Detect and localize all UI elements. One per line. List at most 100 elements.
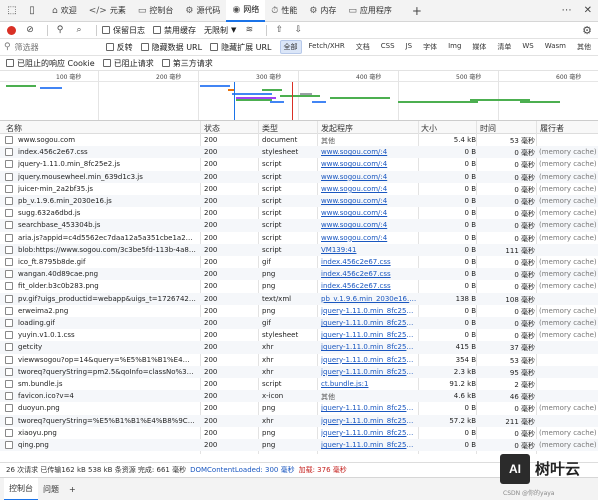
table-row[interactable]: qing.png 200 png jquery-1.11.0.min_8fc25e2.…	[0, 439, 598, 452]
cell-initiator[interactable]: jquery-1.11.0.min_8fc25e2.js:4	[321, 417, 417, 425]
filter-chip[interactable]: Fetch/XHR	[305, 40, 349, 54]
drawer-tab-console[interactable]: 控制台	[4, 477, 38, 500]
filter-chip[interactable]: 全部	[279, 40, 302, 54]
cell-initiator[interactable]: www.sogou.com/:4	[321, 209, 417, 217]
table-row[interactable]: aria.js?appid=c4d5562ec7daa12a5a351cbe1a…	[0, 232, 598, 244]
cell-initiator[interactable]: www.sogou.com/:4	[321, 148, 417, 156]
cell-initiator[interactable]: jquery-1.11.0.min_8fc25e2.js:3	[321, 307, 417, 315]
table-row[interactable]: duoyun.png 200 png jquery-1.11.0.min_8fc25e…	[0, 402, 598, 414]
filter-chip[interactable]: 其他	[573, 40, 595, 54]
filter-chip[interactable]: 字体	[419, 40, 441, 54]
table-row[interactable]: pv.gif?uigs_productid=webapp&uigs_t=1726…	[0, 292, 598, 305]
blocked-cookies-checkbox[interactable]: 已阻止的响应 Cookie	[6, 58, 95, 69]
cell-initiator[interactable]: index.456c2e67.css	[321, 258, 417, 266]
table-row[interactable]: xiaoyu.png 200 png jquery-1.11.0.min_8fc25e…	[0, 427, 598, 439]
header-size[interactable]: 大小	[421, 123, 437, 134]
table-row[interactable]: sugg.632a6dbd.js 200 script www.sogou.com/:…	[0, 207, 598, 219]
filter-chip[interactable]: 清单	[493, 40, 515, 54]
cell-initiator[interactable]: jquery-1.11.0.min_8fc25e2.js:3	[321, 319, 417, 327]
gear-icon[interactable]: ⚙	[582, 24, 592, 37]
cell-initiator[interactable]: jquery-1.11.0.min_8fc25e2.js:4	[321, 368, 417, 376]
header-name[interactable]: 名称	[6, 123, 22, 134]
cell-initiator[interactable]: www.sogou.com/:4	[321, 234, 417, 242]
tab-6[interactable]: ⚙ 内存	[303, 0, 342, 22]
filter-chip[interactable]: Img	[444, 40, 465, 54]
header-type[interactable]: 类型	[262, 123, 278, 134]
table-row[interactable]: erweima2.png 200 png jquery-1.11.0.min_8fc2…	[0, 305, 598, 317]
checkbox-box[interactable]	[140, 43, 149, 51]
third-party-checkbox[interactable]: 第三方请求	[161, 58, 213, 69]
tab-4[interactable]: ◉ 网络	[226, 0, 266, 22]
cell-initiator[interactable]: VM139:41	[321, 246, 417, 254]
cell-initiator[interactable]: jquery-1.11.0.min_8fc25e2.js:4	[321, 343, 417, 351]
table-row[interactable]: favicon.ico?v=4 200 x-icon 其他 4.6 kB 46 毫秒	[0, 390, 598, 403]
tab-7[interactable]: ▭ 应用程序	[342, 0, 398, 22]
cell-initiator[interactable]: jquery-1.11.0.min_8fc25e2.js:3	[321, 441, 417, 449]
header-waterfall[interactable]: 履行者	[540, 123, 564, 134]
device-icon[interactable]: ▯	[24, 3, 40, 19]
cell-initiator[interactable]: jquery-1.11.0.min_8fc25e2.js:3	[321, 331, 417, 339]
checkbox-box[interactable]	[210, 43, 219, 51]
checkbox-box[interactable]	[6, 59, 14, 67]
table-row[interactable]: tworeq?queryString=pm2.5&qoInfo=classNo%…	[0, 365, 598, 378]
cell-initiator[interactable]: www.sogou.com/:4	[321, 221, 417, 229]
checkbox-box[interactable]	[153, 26, 161, 34]
cell-initiator[interactable]: ct.bundle.js:1	[321, 380, 417, 388]
tab-2[interactable]: ▭ 控制台	[132, 0, 180, 22]
more-icon[interactable]: ⋯	[562, 5, 572, 16]
tab-1[interactable]: </> 元素	[83, 0, 132, 22]
table-row[interactable]: tworeq?queryString=%E5%B1%B1%E4%B8%9C%E6…	[0, 414, 598, 427]
clear-icon[interactable]: ⊘	[23, 23, 37, 37]
disable-cache-checkbox[interactable]: 禁用缓存	[153, 25, 196, 36]
table-row[interactable]: sm.bundle.js 200 script ct.bundle.js:1 91.2 …	[0, 378, 598, 390]
cell-initiator[interactable]: pb_v.1.9.6.min_2030e16.js:1	[321, 295, 417, 303]
filter-chip[interactable]: WS	[518, 40, 537, 54]
cell-initiator[interactable]: jquery-1.11.0.min_8fc25e2.js:3	[321, 404, 417, 412]
hide-data-urls-checkbox[interactable]: 隐藏数据 URL	[140, 42, 202, 53]
network-overview[interactable]: 100 毫秒200 毫秒300 毫秒400 毫秒500 毫秒600 毫秒700 …	[0, 71, 598, 121]
table-row[interactable]: index.456c2e67.css 200 stylesheet www.sogou…	[0, 146, 598, 159]
record-button[interactable]	[4, 23, 18, 37]
cell-initiator[interactable]: jquery-1.11.0.min_8fc25e2.js:4	[321, 356, 417, 364]
blocked-requests-checkbox[interactable]: 已阻止请求	[102, 58, 154, 69]
filter-icon[interactable]: ⚲	[53, 23, 67, 37]
filter-chip[interactable]: JS	[402, 40, 417, 54]
invert-checkbox[interactable]: 反转	[105, 42, 133, 53]
table-row[interactable]: getcity 200 xhr jquery-1.11.0.min_8fc25e2.j…	[0, 341, 598, 354]
cell-initiator[interactable]: jquery-1.11.0.min_8fc25e2.js:3	[321, 429, 417, 437]
drawer-add-button[interactable]: +	[64, 478, 81, 500]
tab-3[interactable]: ⚙ 源代码	[179, 0, 226, 22]
checkbox-box[interactable]	[102, 26, 110, 34]
table-row[interactable]: juicer-min_2a2bf35.js 200 script www.sogou.…	[0, 183, 598, 195]
table-row[interactable]: jquery-1.11.0.min_8fc25e2.js 200 script www…	[0, 158, 598, 170]
table-row[interactable]: www.sogou.com 200 document 其他 5.4 kB 53 毫秒	[0, 134, 598, 146]
cell-initiator[interactable]: index.456c2e67.css	[321, 282, 417, 290]
table-row[interactable]: blob:https://www.sogou.com/3c3be5fd-113b…	[0, 243, 598, 256]
close-icon[interactable]: ✕	[584, 5, 592, 16]
upload-icon[interactable]: ⇧	[272, 23, 286, 37]
table-row[interactable]: wangan.40d89cae.png 200 png index.456c2e67.…	[0, 268, 598, 281]
cell-initiator[interactable]: www.sogou.com/:4	[321, 173, 417, 181]
checkbox-box[interactable]	[161, 59, 170, 67]
throttle-select[interactable]: 无限制 ▼	[204, 25, 236, 36]
header-status[interactable]: 状态	[204, 123, 220, 134]
cell-initiator[interactable]: www.sogou.com/:4	[321, 197, 417, 205]
table-row[interactable]: pb_v.1.9.6.min_2030e16.js 200 script www.so…	[0, 195, 598, 208]
checkbox-box[interactable]	[102, 59, 111, 67]
table-row[interactable]: jquery.mousewheel.min_639d1c3.js 200 scrip…	[0, 170, 598, 183]
wifi-icon[interactable]: ≋	[242, 23, 256, 37]
filter-input[interactable]: ⚲ 筛选器	[4, 42, 106, 53]
tab-5[interactable]: ⏱ 性能	[265, 0, 303, 22]
filter-chip[interactable]: CSS	[377, 40, 399, 54]
hide-ext-urls-checkbox[interactable]: 隐藏扩展 URL	[210, 42, 272, 53]
drawer-tab-issues[interactable]: 问题	[38, 478, 64, 500]
filter-chip[interactable]: 文档	[352, 40, 374, 54]
filter-chip[interactable]: 媒体	[468, 40, 490, 54]
header-initiator[interactable]: 发起程序	[321, 123, 353, 134]
add-tab-button[interactable]: +	[412, 4, 422, 18]
table-row[interactable]: ico_ft.8795b8de.gif 200 gif index.456c2e67.…	[0, 256, 598, 268]
cell-initiator[interactable]: index.456c2e67.css	[321, 270, 417, 278]
inspect-icon[interactable]: ⬚	[4, 3, 20, 19]
preserve-log-checkbox[interactable]: 保留日志	[102, 25, 145, 36]
table-row[interactable]: searchbase_453304b.js 200 script www.sogou.…	[0, 219, 598, 232]
